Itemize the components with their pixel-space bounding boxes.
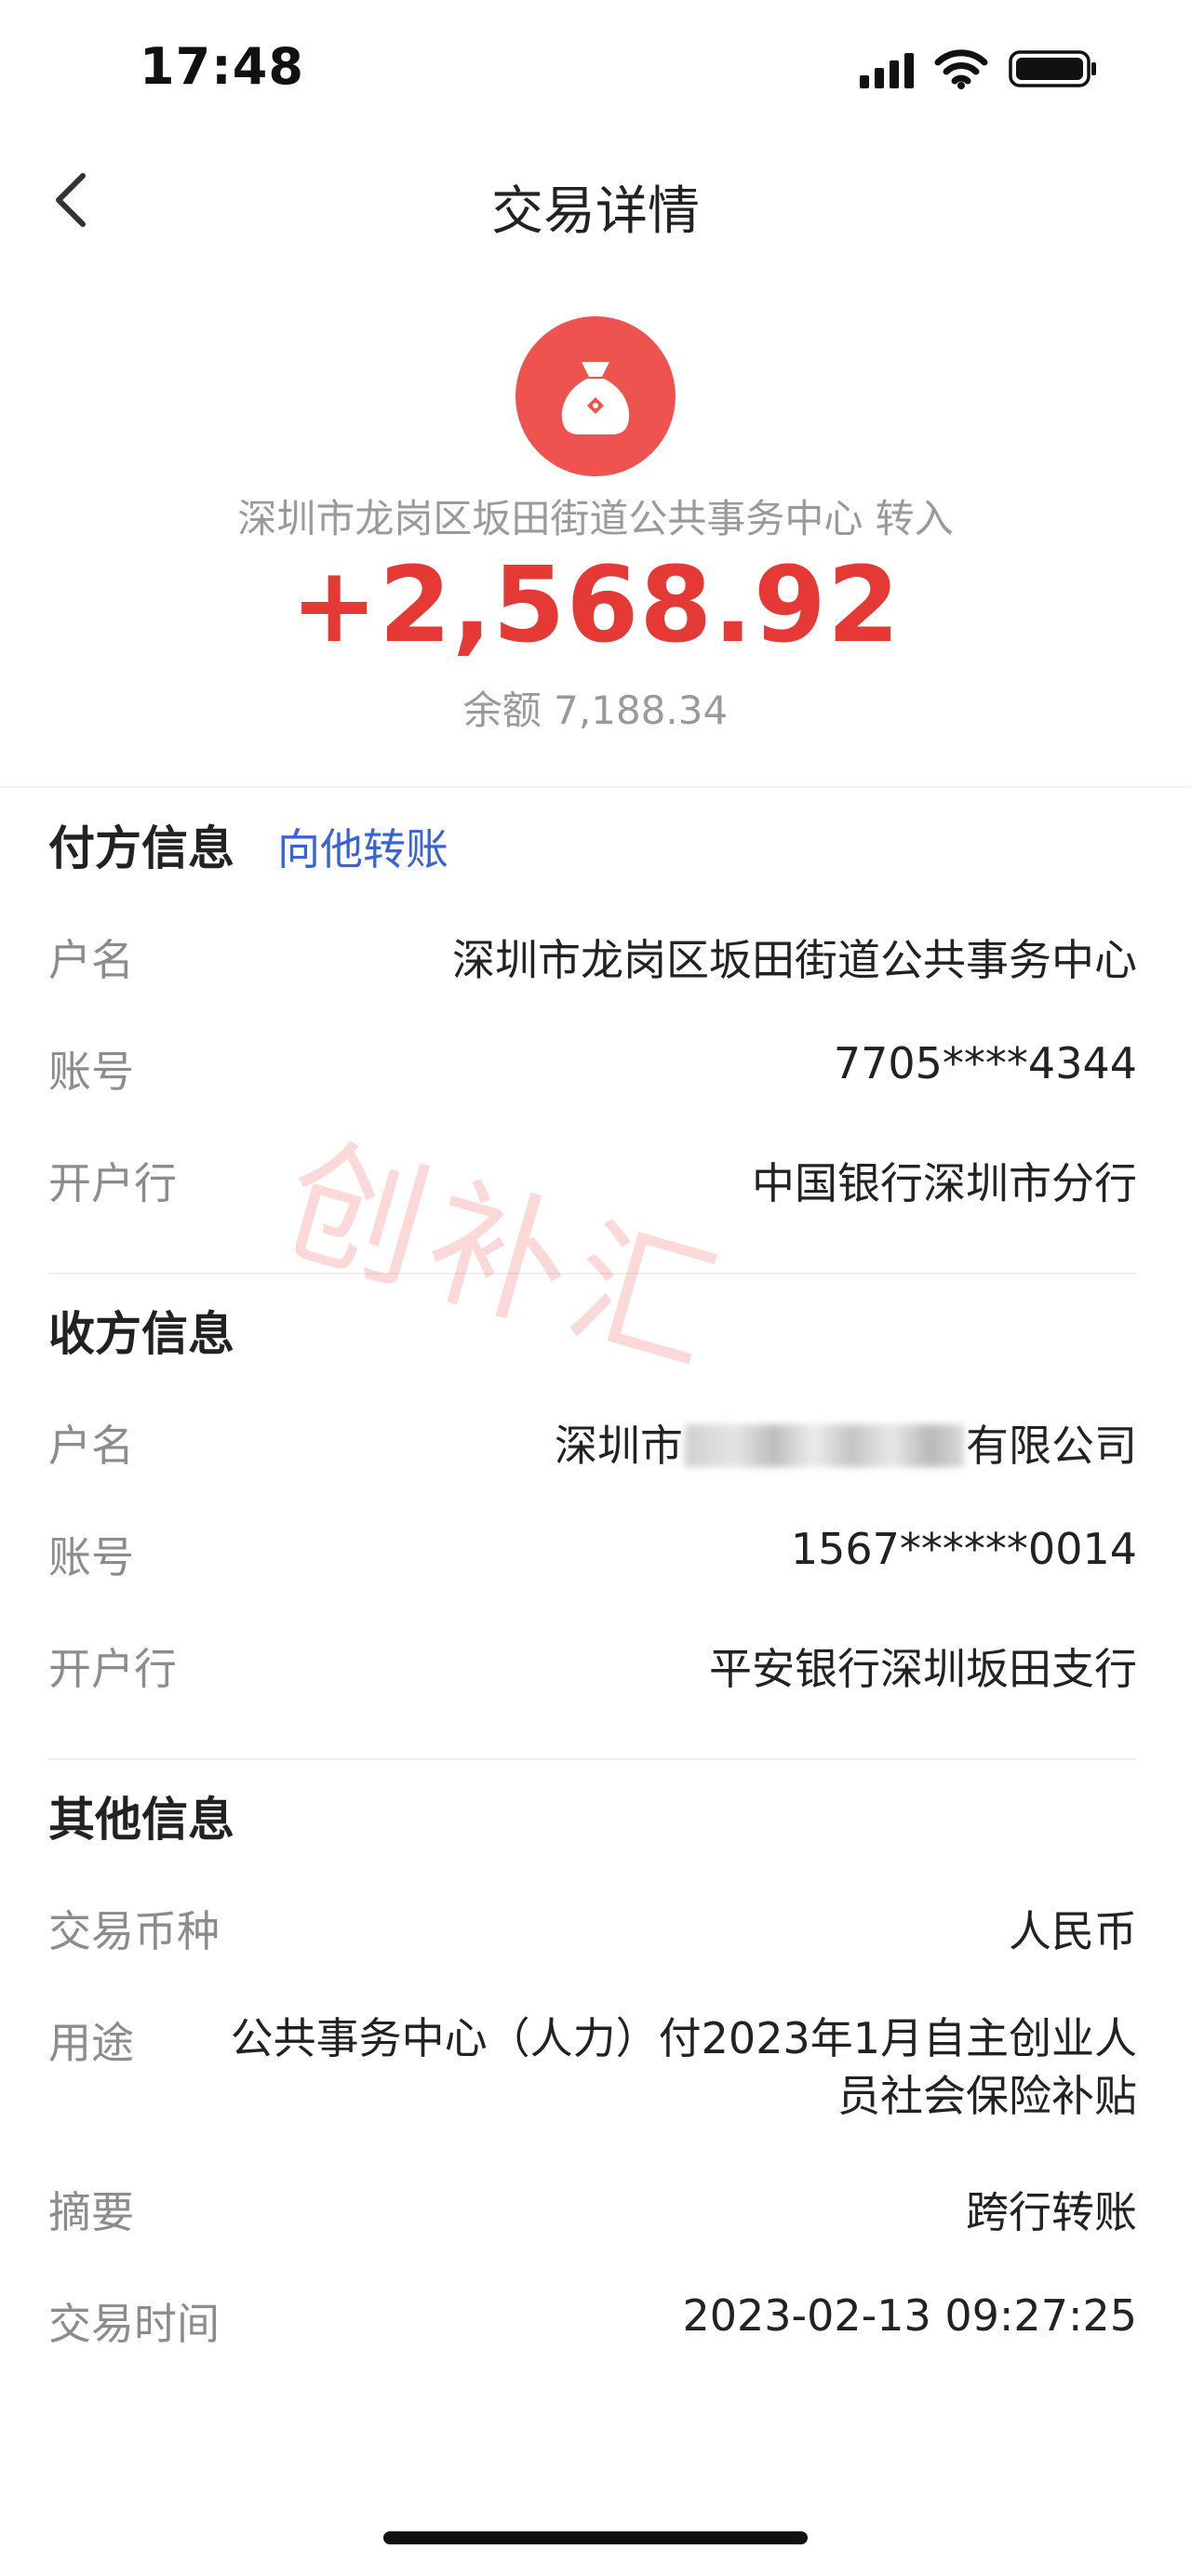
row-value: 2023-02-13 09:27:25 [682, 2290, 1137, 2341]
row-value: 公共事务中心（人力）付2023年1月自主创业人员社会保险补贴 [230, 2013, 1137, 2121]
payee-bank-row: 开户行 平安银行深圳坂田支行 [48, 1635, 1137, 1697]
row-value: 7705****4344 [833, 1038, 1137, 1088]
transaction-amount: +2,568.92 [290, 545, 901, 666]
nav-bar: 交易详情 [0, 140, 1191, 265]
row-label: 交易时间 [48, 2299, 220, 2349]
cellular-signal-icon [860, 49, 914, 88]
redacted-blur [685, 1423, 964, 1467]
divider [48, 1273, 1137, 1275]
purpose-row: 用途 公共事务中心（人力）付2023年1月自主创业人员社会保险补贴 [48, 2009, 1137, 2125]
payer-account-row: 账号 7705****4344 [48, 1038, 1137, 1100]
row-value: 深圳市龙岗区坂田街道公共事务中心 [452, 935, 1137, 985]
row-value: 人民币 [1009, 1906, 1137, 1956]
status-bar: 17:48 [0, 0, 1191, 140]
row-label: 账号 [48, 1047, 134, 1097]
divider [48, 1758, 1137, 1760]
row-value: 平安银行深圳坂田支行 [709, 1644, 1137, 1694]
payer-section: 付方信息 向他转账 户名 深圳市龙岗区坂田街道公共事务中心 账号 7705***… [48, 811, 1137, 1208]
row-label: 摘要 [48, 2187, 134, 2237]
section-title: 其他信息 [48, 1793, 234, 1847]
battery-icon [1009, 50, 1096, 87]
balance-label: 余额 7,188.34 [462, 687, 729, 733]
payer-bank-row: 开户行 中国银行深圳市分行 [48, 1150, 1137, 1211]
name-prefix: 深圳市 [555, 1421, 683, 1471]
summary-row: 摘要 跨行转账 [48, 2179, 1137, 2240]
section-title: 付方信息 [48, 821, 234, 875]
transfer-to-him-link[interactable]: 向他转账 [277, 816, 448, 877]
row-label: 户名 [48, 1421, 134, 1471]
money-bag-icon [515, 316, 676, 476]
payee-section: 收方信息 户名 深圳市 有限公司 账号 1567******0014 开户行 平安… [48, 1297, 1137, 1694]
payee-account-row: 账号 1567******0014 [48, 1524, 1137, 1585]
status-icons [860, 48, 1098, 89]
transaction-summary: 深圳市龙岗区坂田街道公共事务中心 转入 +2,568.92 余额 7,188.3… [0, 316, 1191, 736]
payer-header: 付方信息 向他转账 [48, 811, 1137, 895]
row-value: 深圳市 有限公司 [555, 1412, 1137, 1474]
payer-name-row: 户名 深圳市龙岗区坂田街道公共事务中心 [48, 927, 1137, 988]
payee-header: 收方信息 [48, 1297, 1137, 1381]
row-label: 户名 [48, 935, 134, 985]
payee-name-row: 户名 深圳市 有限公司 [48, 1412, 1137, 1474]
row-value: 跨行转账 [966, 2187, 1137, 2237]
row-label: 账号 [48, 1532, 134, 1582]
other-section: 其他信息 交易币种 人民币 用途 公共事务中心（人力）付2023年1月自主创业人… [48, 1782, 1137, 2349]
row-value: 中国银行深圳市分行 [752, 1158, 1137, 1208]
section-title: 收方信息 [48, 1307, 234, 1361]
divider [0, 786, 1191, 788]
name-suffix: 有限公司 [966, 1421, 1137, 1471]
wifi-icon [934, 49, 988, 89]
row-label: 用途 [48, 2018, 134, 2068]
counterparty-label: 深圳市龙岗区坂田街道公共事务中心 转入 [237, 496, 954, 541]
time-row: 交易时间 2023-02-13 09:27:25 [48, 2290, 1137, 2352]
row-label: 交易币种 [48, 1906, 220, 1956]
row-value: 1567******0014 [790, 1524, 1137, 1574]
money-bag-glyph [561, 362, 630, 434]
row-label: 开户行 [48, 1644, 177, 1694]
currency-row: 交易币种 人民币 [48, 1898, 1137, 1959]
status-time: 17:48 [140, 37, 304, 96]
row-label: 开户行 [48, 1158, 177, 1208]
page-title: 交易详情 [491, 181, 700, 242]
home-indicator [383, 2531, 808, 2544]
other-header: 其他信息 [48, 1782, 1137, 1866]
